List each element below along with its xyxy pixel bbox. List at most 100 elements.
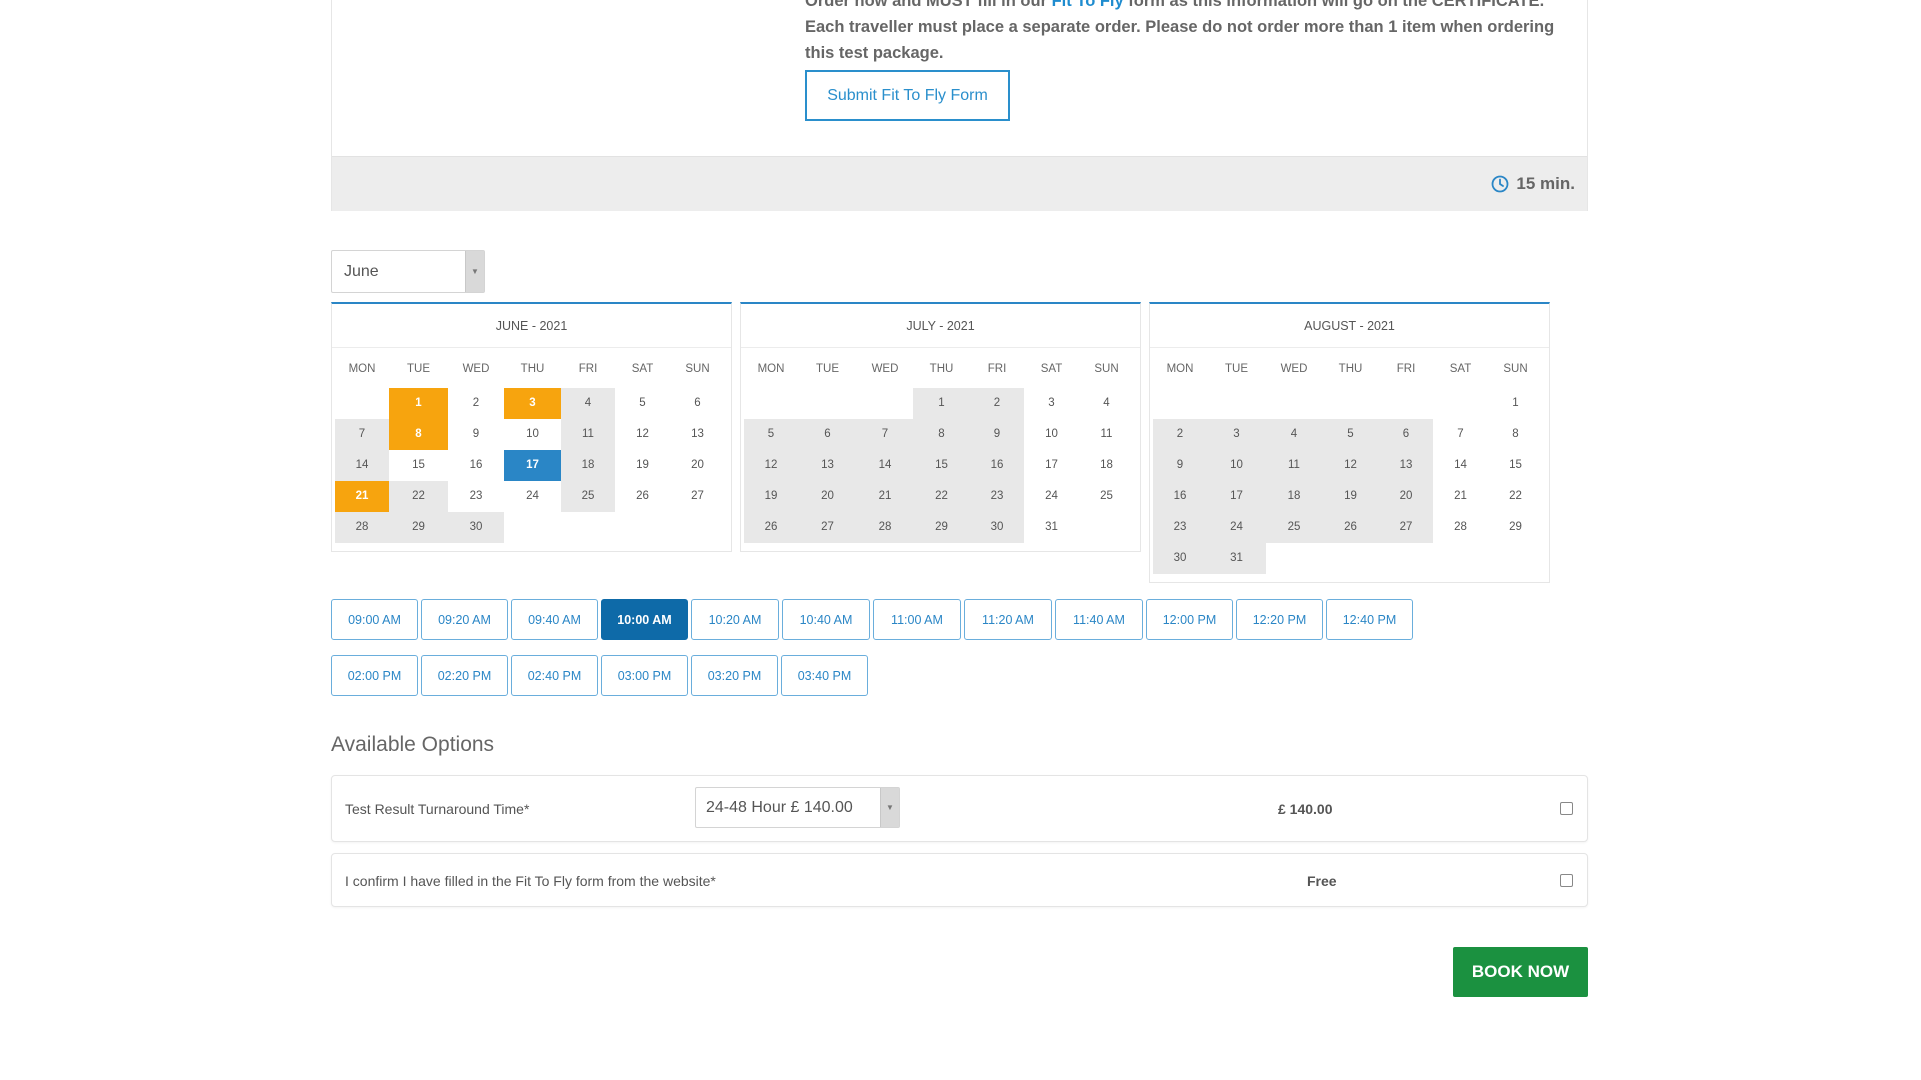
calendar-day-unavailable: 27: [798, 512, 857, 543]
weekday-header: FRI: [1396, 363, 1416, 375]
time-slot-button[interactable]: 02:40 PM: [511, 655, 598, 696]
calendar-day: 1: [1512, 397, 1519, 409]
calendar-day-unavailable: 9: [970, 419, 1024, 450]
calendar-day-unavailable: 6: [1379, 419, 1433, 450]
weekday-header: SAT: [1449, 363, 1472, 375]
time-slot-button[interactable]: 11:40 AM: [1055, 599, 1143, 640]
chevron-down-icon[interactable]: ▼: [880, 788, 899, 827]
duration-text: 15 min.: [1516, 174, 1575, 193]
time-slot-button[interactable]: 12:00 PM: [1146, 599, 1233, 640]
calendar-august: AUGUST - 2021 MON TUE WED THU FRI SAT SUN 1 2 3 4 5…: [1149, 302, 1550, 583]
time-slot-button[interactable]: 12:40 PM: [1326, 599, 1413, 640]
time-slot-button[interactable]: 02:00 PM: [331, 655, 418, 696]
option-turnaround: Test Result Turnaround Time* 24-48 Hour …: [331, 775, 1588, 842]
calendar-day: 11: [1100, 428, 1113, 440]
calendar-day-unavailable: 1: [913, 388, 970, 419]
book-now-button[interactable]: BOOK NOW: [1453, 947, 1588, 997]
calendar-day-unavailable: 10: [1207, 450, 1266, 481]
calendar-day: 6: [694, 397, 701, 409]
time-slot-button[interactable]: 10:20 AM: [691, 599, 779, 640]
time-slot-selected[interactable]: 10:00 AM: [601, 599, 688, 640]
time-slot-button[interactable]: 11:20 AM: [964, 599, 1052, 640]
time-slot-button[interactable]: 11:00 AM: [873, 599, 961, 640]
calendar-empty-cell: [1379, 388, 1433, 419]
time-slot-button[interactable]: 03:20 PM: [691, 655, 778, 696]
time-slot-button[interactable]: 09:20 AM: [421, 599, 508, 640]
weekday-header: SAT: [631, 363, 654, 375]
calendar-day-available[interactable]: 21: [335, 481, 389, 512]
calendar-day-unavailable: 14: [335, 450, 389, 481]
calendar-day: 24: [1045, 490, 1058, 502]
chevron-down-icon[interactable]: ▼: [465, 251, 484, 292]
calendar-day: 10: [526, 428, 539, 440]
calendar-day-available[interactable]: 3: [504, 388, 561, 419]
calendar-day-unavailable: 7: [335, 419, 389, 450]
calendar-day: 31: [1045, 521, 1058, 533]
turnaround-checkbox[interactable]: [1560, 802, 1573, 815]
calendar-day-unavailable: 22: [389, 481, 448, 512]
calendar-day-unavailable: 22: [913, 481, 970, 512]
month-select[interactable]: June ▼: [331, 250, 485, 293]
calendar-day-available[interactable]: 8: [389, 419, 448, 450]
calendar-day-unavailable: 21: [857, 481, 913, 512]
calendar-grid: MON TUE WED THU FRI SAT SUN 1 2 3 4 5 6 7 8 9 10 11 12 13 14…: [332, 348, 731, 543]
calendar-day: 8: [1512, 428, 1519, 440]
weekday-header: SAT: [1040, 363, 1063, 375]
calendar-day-unavailable: 23: [970, 481, 1024, 512]
calendar-title: AUGUST - 2021: [1150, 304, 1549, 348]
calendar-day-unavailable: 4: [1266, 419, 1322, 450]
calendar-day-unavailable: 6: [798, 419, 857, 450]
weekday-header: MON: [348, 363, 376, 375]
calendar-day-unavailable: 13: [798, 450, 857, 481]
weekday-header: MON: [757, 363, 785, 375]
time-slot-button[interactable]: 03:00 PM: [601, 655, 688, 696]
calendar-empty-cell: [1266, 388, 1322, 419]
calendar-day: 14: [1454, 459, 1467, 471]
calendar-day: 22: [1509, 490, 1522, 502]
weekday-header: THU: [520, 363, 545, 375]
calendar-empty-cell: [1322, 388, 1379, 419]
weekday-header: FRI: [987, 363, 1007, 375]
option-confirm: I confirm I have filled in the Fit To Fl…: [331, 853, 1588, 907]
calendar-day-unavailable: 14: [857, 450, 913, 481]
time-slot-button[interactable]: 09:40 AM: [511, 599, 598, 640]
calendar-day-unavailable: 12: [1322, 450, 1379, 481]
fit-to-fly-link[interactable]: Fit To Fly: [1052, 0, 1124, 10]
time-slot-button[interactable]: 09:00 AM: [331, 599, 418, 640]
service-text-part: Order now and MUST fill in our: [805, 0, 1052, 10]
calendar-june: JUNE - 2021 MON TUE WED THU FRI SAT SUN 1 2 3 4 5 6 7…: [331, 302, 732, 552]
weekday-header: FRI: [578, 363, 598, 375]
weekday-header: SUN: [685, 363, 710, 375]
calendar-day-unavailable: 31: [1207, 543, 1266, 574]
weekday-header: TUE: [816, 363, 839, 375]
calendar-day-unavailable: 27: [1379, 512, 1433, 543]
calendar-day-unavailable: 2: [970, 388, 1024, 419]
calendar-day: 13: [691, 428, 704, 440]
calendar-day-available[interactable]: 1: [389, 388, 448, 419]
calendar-day: 18: [1100, 459, 1113, 471]
calendar-day-unavailable: 20: [1379, 481, 1433, 512]
calendar-day-unavailable: 18: [1266, 481, 1322, 512]
calendar-day-unavailable: 25: [561, 481, 615, 512]
time-slot-button[interactable]: 12:20 PM: [1236, 599, 1323, 640]
time-slot-button[interactable]: 03:40 PM: [781, 655, 868, 696]
service-description: Order now and MUST fill in our Fit To Fl…: [805, 0, 1565, 66]
calendar-day-unavailable: 26: [1322, 512, 1379, 543]
calendar-day-unavailable: 3: [1207, 419, 1266, 450]
submit-fit-to-fly-button[interactable]: Submit Fit To Fly Form: [805, 70, 1010, 121]
confirm-checkbox[interactable]: [1560, 874, 1573, 887]
duration: 15 min.: [1491, 174, 1575, 194]
calendar-day-unavailable: 11: [561, 419, 615, 450]
turnaround-select[interactable]: 24-48 Hour £ 140.00 ▼: [695, 787, 900, 828]
weekday-header: THU: [1338, 363, 1363, 375]
option-label: I confirm I have filled in the Fit To Fl…: [345, 873, 716, 889]
time-slot-button[interactable]: 02:20 PM: [421, 655, 508, 696]
time-slot-button[interactable]: 10:40 AM: [782, 599, 870, 640]
calendar-day-selected[interactable]: 17: [504, 450, 561, 481]
calendar-day: 19: [636, 459, 649, 471]
options-title: Available Options: [331, 733, 495, 756]
calendar-day: 15: [1509, 459, 1522, 471]
calendar-day-unavailable: 11: [1266, 450, 1322, 481]
calendar-empty-cell: [1433, 388, 1488, 419]
calendar-day: 9: [472, 428, 480, 440]
